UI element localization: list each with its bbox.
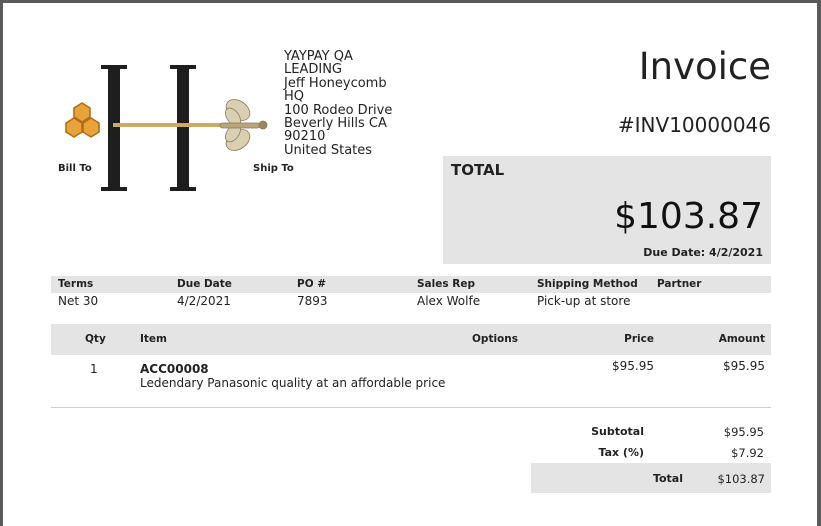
summary-total-row: Total $103.87 [531, 463, 771, 493]
terms-header-sales-rep: Sales Rep [417, 278, 475, 290]
summary-total-value: $103.87 [717, 472, 765, 486]
terms-table-header: Terms Due Date PO # Sales Rep Shipping M… [51, 276, 771, 293]
due-date-value: 4/2/2021 [177, 294, 231, 308]
terms-header-terms: Terms [58, 278, 94, 290]
site-name: HQ [284, 89, 305, 105]
item-sku: ACC00008 [140, 362, 209, 376]
terms-header-partner: Partner [657, 278, 702, 290]
ship-to-label: Ship To [253, 163, 294, 174]
total-box: TOTAL $103.87 Due Date: 4/2/2021 [443, 156, 771, 264]
company-logo [65, 65, 268, 191]
item-price: $95.95 [612, 359, 654, 373]
item-description: Ledendary Panasonic quality at an afford… [140, 376, 446, 390]
company-address: YAYPAY QA LEADING Jeff Honeycomb HQ 100 … [284, 49, 444, 158]
street-address: 100 Rodeo Drive [284, 102, 393, 118]
subtotal-value: $95.95 [723, 425, 764, 439]
items-table-header: Qty Item Options Price Amount [51, 324, 771, 355]
items-header-options: Options [472, 333, 518, 345]
terms-header-po: PO # [297, 278, 327, 290]
terms-header-shipping-method: Shipping Method [537, 278, 638, 290]
items-divider [51, 407, 771, 408]
city-state: Beverly Hills CA [284, 116, 387, 132]
total-box-label: TOTAL [451, 161, 505, 179]
zip-code: 90210 [284, 129, 326, 145]
tax-label: Tax (%) [598, 446, 644, 459]
contact-name: Jeff Honeycomb [284, 75, 387, 91]
subtotal-label: Subtotal [591, 425, 644, 438]
company-name-line1: YAYPAY QA [284, 49, 353, 64]
dragonfly-icon [219, 99, 268, 151]
company-name-line2: LEADING [284, 62, 342, 78]
sales-rep-value: Alex Wolfe [417, 294, 481, 308]
invoice-page: Bill To Ship To YAYPAY QA LEADING Jeff H… [3, 3, 817, 526]
item-amount: $95.95 [723, 359, 765, 373]
item-qty: 1 [90, 362, 98, 376]
total-amount: $103.87 [614, 196, 763, 237]
h-letter-logo [101, 65, 196, 191]
tax-value: $7.92 [731, 446, 764, 460]
summary-total-label: Total [652, 472, 683, 485]
country: United States [284, 142, 373, 158]
items-header-qty: Qty [85, 333, 106, 345]
po-value: 7893 [297, 294, 328, 308]
terms-header-due-date: Due Date [177, 278, 232, 290]
bill-to-label: Bill To [58, 163, 92, 174]
shipping-method-value: Pick-up at store [537, 294, 631, 308]
due-date: Due Date: 4/2/2021 [643, 246, 763, 259]
items-header-price: Price [624, 333, 654, 345]
items-header-amount: Amount [718, 333, 765, 345]
items-header-item: Item [140, 333, 167, 345]
invoice-title: Invoice [638, 45, 771, 88]
invoice-number: #INV10000046 [617, 113, 771, 137]
terms-value: Net 30 [58, 294, 99, 308]
honeycomb-icon [65, 102, 100, 138]
gold-crossbar [113, 123, 223, 127]
